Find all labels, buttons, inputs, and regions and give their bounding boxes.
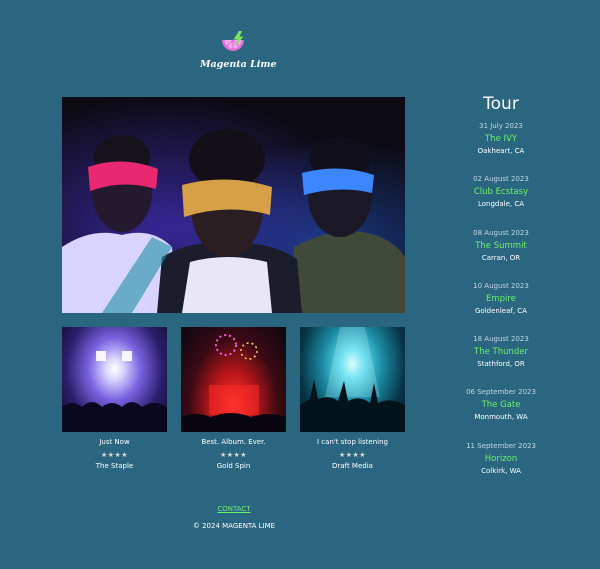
tour-city: Longdale, CA — [477, 200, 525, 209]
star-rating: ★★★★ — [338, 451, 367, 459]
tour-city: Goldenleaf, CA — [475, 306, 527, 315]
star-rating: ★★★★ — [219, 451, 248, 459]
album-label: Gold Spin — [216, 462, 251, 470]
concert-stage-lights-image — [62, 351, 167, 432]
album-title: Just Now — [99, 438, 130, 446]
tour-city: Stathford, OR — [477, 360, 525, 369]
crowd-spotlight-image — [300, 327, 405, 432]
fireworks-stage-image — [181, 334, 286, 432]
tour-date: 10 August 2023 — [473, 281, 529, 290]
tour-venue[interactable]: Club Ecstasy — [450, 186, 552, 198]
tour-date-item: 08 August 2023 The Summit Carran, OR — [450, 228, 552, 281]
album-cover-best-album-ever[interactable] — [181, 327, 286, 432]
tour-city: Colkirk, WA — [481, 466, 521, 475]
album-caption-best-album-ever: Best. Album. Ever. ★★★★ Gold Spin — [181, 437, 286, 471]
tour-date-item: 02 August 2023 Club Ecstasy Longdale, CA — [450, 174, 552, 227]
tour-venue[interactable]: The Summit — [450, 240, 552, 252]
brand-name: Magenta Lime — [200, 59, 277, 70]
blindfolded-trio-illustration — [62, 97, 405, 313]
tour-date: 31 July 2023 — [479, 122, 523, 130]
album-cover-just-now[interactable] — [62, 327, 167, 432]
tour-date-item: 06 September 2023 The Gate Monmouth, WA — [450, 387, 552, 440]
tour-city: Oakheart, CA — [477, 147, 525, 155]
brand-logo[interactable]: Magenta Lime — [200, 30, 277, 70]
album-label: Draft Media — [332, 462, 373, 470]
album-title: Best. Album. Ever. — [201, 438, 266, 446]
tour-section: Tour 31 July 2023 The IVY Oakheart, CA 0… — [450, 93, 552, 494]
tour-date: 11 September 2023 — [466, 441, 536, 450]
album-title: I can't stop listening — [317, 438, 388, 446]
tour-venue[interactable]: Horizon — [450, 453, 552, 465]
tour-date: 06 September 2023 — [466, 388, 536, 397]
tour-date: 18 August 2023 — [473, 335, 529, 344]
copyright-text: © 2024 MAGENTA LIME — [192, 522, 276, 530]
tour-date-item: 31 July 2023 The IVY Oakheart, CA — [450, 121, 552, 174]
tour-venue[interactable]: The IVY — [450, 133, 552, 145]
tour-date-item: 10 August 2023 Empire Goldenleaf, CA — [450, 281, 552, 334]
tour-city: Monmouth, WA — [474, 413, 528, 422]
tour-venue[interactable]: The Thunder — [450, 346, 552, 358]
tour-venue[interactable]: Empire — [450, 293, 552, 305]
tour-heading: Tour — [483, 94, 519, 114]
album-cover-cant-stop-listening[interactable] — [300, 327, 405, 432]
tour-city: Carran, OR — [481, 253, 521, 262]
album-caption-cant-stop-listening: I can't stop listening ★★★★ Draft Media — [300, 437, 405, 471]
tour-venue[interactable]: The Gate — [450, 399, 552, 411]
tour-date: 02 August 2023 — [473, 175, 529, 184]
lime-slice-lightning-icon — [222, 31, 244, 51]
tour-date-item: 11 September 2023 Horizon Colkirk, WA — [450, 441, 552, 494]
tour-date-item: 18 August 2023 The Thunder Stathford, OR — [450, 334, 552, 387]
contact-link[interactable]: CONTACT — [200, 505, 268, 513]
star-rating: ★★★★ — [100, 451, 129, 459]
tour-date: 08 August 2023 — [473, 228, 529, 237]
hero-image — [62, 97, 405, 313]
album-caption-just-now: Just Now ★★★★ The Staple — [62, 437, 167, 471]
album-label: The Staple — [95, 462, 134, 470]
